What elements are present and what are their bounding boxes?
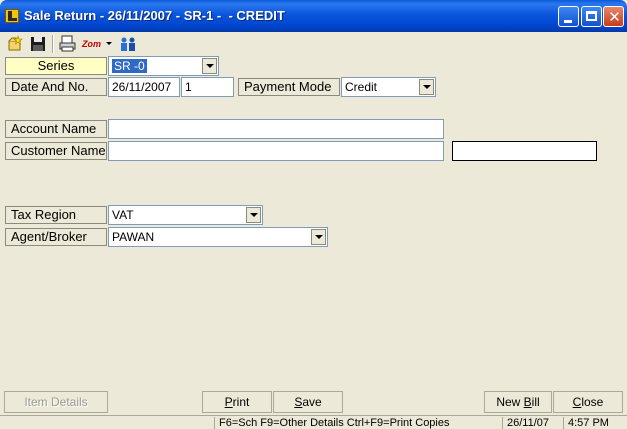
window-title: Sale Return - 26/11/2007 - SR-1 - - CRED… — [24, 8, 285, 23]
item-details-button[interactable]: Item Details — [4, 391, 108, 413]
date-label: Date And No. — [5, 78, 107, 96]
print-preview-icon[interactable] — [59, 35, 77, 53]
chevron-down-icon[interactable] — [202, 58, 217, 74]
series-label: Series — [5, 57, 107, 75]
new-bill-label: ill — [531, 395, 540, 409]
close-button[interactable]: Close — [553, 391, 623, 413]
tax-region-select[interactable]: VAT — [108, 205, 263, 225]
new-bill-prefix: New — [496, 395, 524, 409]
account-name-label: Account Name — [5, 120, 107, 138]
maximize-icon — [586, 11, 597, 21]
series-select[interactable]: SR -0 — [108, 56, 219, 76]
status-time: 4:57 PM — [563, 417, 627, 429]
toolbar-separator — [52, 35, 54, 53]
users-icon[interactable] — [118, 35, 138, 53]
tax-region-value: VAT — [112, 208, 134, 222]
chevron-down-icon[interactable] — [311, 229, 326, 245]
payment-mode-select[interactable]: Credit — [341, 77, 436, 97]
customer-extra-field[interactable] — [452, 141, 597, 161]
series-value: SR -0 — [112, 59, 147, 73]
close-icon: ✕ — [608, 8, 621, 26]
close-window-button[interactable]: ✕ — [603, 6, 624, 27]
agent-broker-value: PAWAN — [112, 230, 155, 244]
date-field[interactable]: 26/11/2007 — [108, 77, 180, 97]
status-hint: F6=Sch F9=Other Details Ctrl+F9=Print Co… — [214, 417, 496, 429]
save-disk-icon[interactable] — [29, 35, 47, 53]
account-name-input[interactable] — [108, 119, 444, 139]
payment-mode-label: Payment Mode — [238, 78, 340, 96]
minimize-button[interactable] — [558, 6, 579, 27]
app-icon — [5, 9, 19, 23]
customer-name-input[interactable] — [108, 141, 444, 161]
new-bill-button[interactable]: New Bill — [484, 391, 552, 413]
save-button[interactable]: Save — [273, 391, 343, 413]
customer-name-label: Customer Name — [5, 142, 107, 160]
maximize-button[interactable] — [581, 6, 602, 27]
new-icon[interactable] — [6, 35, 24, 53]
status-date: 26/11/07 — [502, 417, 562, 429]
new-bill-hotkey: B — [523, 395, 532, 409]
chevron-down-icon[interactable] — [419, 79, 434, 95]
save-label: ave — [302, 395, 322, 409]
number-field[interactable]: 1 — [181, 77, 234, 97]
close-label: lose — [581, 395, 604, 409]
zoom-label: Zom — [82, 39, 101, 49]
print-hotkey: P — [224, 395, 233, 409]
zoom-dropdown-arrow-icon[interactable] — [106, 42, 112, 45]
minimize-icon — [564, 20, 572, 23]
payment-mode-value: Credit — [345, 80, 378, 94]
print-label: rint — [232, 395, 250, 409]
tax-region-label: Tax Region — [5, 206, 107, 224]
chevron-down-icon[interactable] — [246, 207, 261, 223]
agent-broker-label: Agent/Broker — [5, 228, 107, 246]
print-button[interactable]: Print — [202, 391, 272, 413]
agent-broker-select[interactable]: PAWAN — [108, 227, 328, 247]
